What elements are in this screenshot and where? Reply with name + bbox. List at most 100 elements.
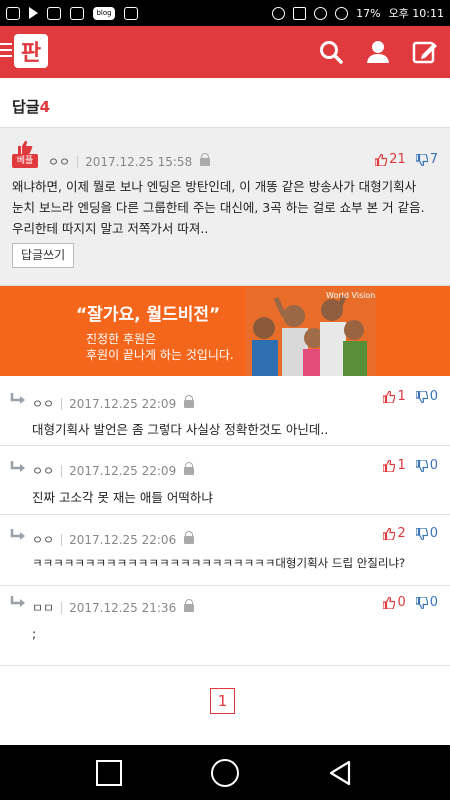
reply-text: 진짜 고소각 못 재는 애들 어떡하냐 (32, 490, 213, 505)
world-vision-logo: World Vision (326, 291, 376, 300)
menu-icon[interactable] (0, 43, 12, 57)
upvote-button[interactable]: 0 (383, 595, 406, 610)
pann-logo[interactable]: 판 (12, 32, 50, 70)
notification-icons: blog (6, 6, 138, 20)
headphones-icon (272, 6, 286, 20)
reply-count-header: 답글4 (0, 78, 450, 128)
reply-arrow-icon (10, 461, 25, 472)
lock-icon (200, 152, 211, 167)
thumbs-down-icon (415, 153, 428, 166)
divider (61, 397, 63, 410)
reply-arrow-icon (10, 529, 25, 540)
author[interactable]: ㅇㅇ (48, 153, 70, 170)
ad-line-1: 진정한 후원은 (86, 332, 157, 346)
author[interactable]: ㅇㅇ (32, 531, 54, 548)
best-label: 베플 (12, 154, 38, 168)
reply-text: 대형기획사 발언은 좀 그렇다 사실상 정확한것도 아닌데.. (32, 422, 329, 437)
date: 2017.12.25 22:09 (69, 396, 177, 411)
wifi-icon (335, 6, 349, 20)
thumbs-up-icon (383, 459, 396, 472)
thumbs-up-icon (18, 140, 33, 154)
lock-icon (184, 530, 195, 545)
messenger-icon (70, 6, 84, 20)
upvote-button[interactable]: 21 (375, 152, 406, 167)
date: 2017.12.25 22:06 (69, 532, 177, 547)
app-notification-icon (6, 6, 20, 20)
divider (77, 155, 79, 168)
downvote-button[interactable]: 0 (415, 389, 438, 404)
user-icon[interactable] (365, 39, 391, 65)
back-button[interactable] (327, 760, 353, 786)
vote-box: 0 0 (383, 595, 438, 610)
thumbs-down-icon (415, 596, 428, 609)
downvote-count: 7 (429, 152, 438, 167)
downvote-button[interactable]: 7 (415, 152, 438, 167)
upvote-count: 1 (397, 458, 406, 473)
author[interactable]: ㅇㅇ (32, 462, 54, 479)
page-number-current[interactable]: 1 (210, 688, 235, 714)
comment-meta: ㅇㅇ 2017.12.25 15:58 (48, 152, 211, 170)
thumbs-up-icon (375, 153, 388, 166)
divider (61, 533, 63, 546)
reply-text: ㅋㅋㅋㅋㅋㅋㅋㅋㅋㅋㅋㅋㅋㅋㅋㅋㅋㅋㅋㅋㅋㅋㅋ대형기획사 드립 안질리냐? (32, 556, 406, 570)
downvote-button[interactable]: 0 (415, 526, 438, 541)
vote-box: 1 0 (383, 458, 438, 473)
svg-text:판: 판 (21, 41, 41, 66)
ad-headline: “잘가요, 월드비전” (76, 305, 221, 325)
reply-label: 답글 (12, 98, 40, 116)
author[interactable]: ㅇㅇ (32, 395, 54, 412)
reply-arrow-icon (10, 393, 25, 404)
system-icons: 17% 오후 10:11 (272, 5, 444, 21)
comment-text: 왜냐하면, 이제 뭘로 보나 엔딩은 방탄인데, 이 개똥 같은 방송사가 대형… (12, 179, 425, 236)
reply-item: ㅇㅇ 2017.12.25 22:06 2 0 ㅋㅋㅋㅋㅋㅋㅋㅋㅋㅋㅋㅋㅋㅋㅋㅋ… (0, 515, 450, 586)
lock-icon (184, 598, 195, 613)
vote-box: 21 7 (375, 152, 438, 167)
reply-item: ㅇㅇ 2017.12.25 22:09 1 0 진짜 고소각 못 재는 애들 어… (0, 446, 450, 515)
thumbs-up-icon (383, 596, 396, 609)
recent-apps-button[interactable] (96, 760, 122, 786)
thumbs-up-icon (383, 527, 396, 540)
nfc-icon (293, 6, 307, 20)
downvote-count: 0 (429, 458, 438, 473)
write-reply-button[interactable]: 답글쓰기 (12, 243, 75, 268)
system-nav-bar (0, 745, 450, 800)
status-bar: blog 17% 오후 10:11 (0, 0, 450, 26)
upvote-count: 2 (397, 526, 406, 541)
lock-icon (184, 394, 195, 409)
downvote-button[interactable]: 0 (415, 595, 438, 610)
app-header: 판 (0, 26, 450, 78)
divider (61, 601, 63, 614)
reply-item: ㅇㅇ 2017.12.25 22:09 1 0 대형기획사 발언은 좀 그렇다 … (0, 376, 450, 446)
upvote-count: 21 (389, 152, 406, 167)
alarm-icon (314, 6, 328, 20)
home-button[interactable] (211, 759, 239, 787)
download-icon (124, 6, 138, 20)
upvote-button[interactable]: 1 (383, 458, 406, 473)
search-icon[interactable] (318, 39, 344, 65)
edit-icon[interactable] (412, 39, 438, 65)
battery-percent: 17% (356, 6, 381, 20)
reply-item: ㅁㅁ 2017.12.25 21:36 0 0 ; (0, 586, 450, 666)
date: 2017.12.25 21:36 (69, 600, 177, 615)
clock: 오후 10:11 (388, 7, 444, 20)
upvote-button[interactable]: 1 (383, 389, 406, 404)
play-icon (29, 7, 38, 19)
reply-text: ; (32, 626, 37, 641)
lock-icon (184, 461, 195, 476)
vote-box: 1 0 (383, 389, 438, 404)
ad-banner[interactable]: “잘가요, 월드비전” 진정한 후원은 후원이 끝나게 하는 것입니다. Wor… (0, 286, 450, 376)
upvote-button[interactable]: 2 (383, 526, 406, 541)
thumbs-down-icon (415, 459, 428, 472)
reply-meta: ㅁㅁ 2017.12.25 21:36 (32, 598, 195, 616)
reply-count: 4 (39, 98, 51, 116)
thumbs-down-icon (415, 527, 428, 540)
reply-count-title: 답글4 (12, 96, 50, 117)
downvote-button[interactable]: 0 (415, 458, 438, 473)
upvote-count: 0 (397, 595, 406, 610)
best-badge: 베플 (12, 140, 38, 170)
author[interactable]: ㅁㅁ (32, 599, 54, 616)
downvote-count: 0 (429, 526, 438, 541)
children-photo (246, 288, 376, 376)
downvote-count: 0 (429, 389, 438, 404)
reply-arrow-icon (10, 596, 25, 607)
